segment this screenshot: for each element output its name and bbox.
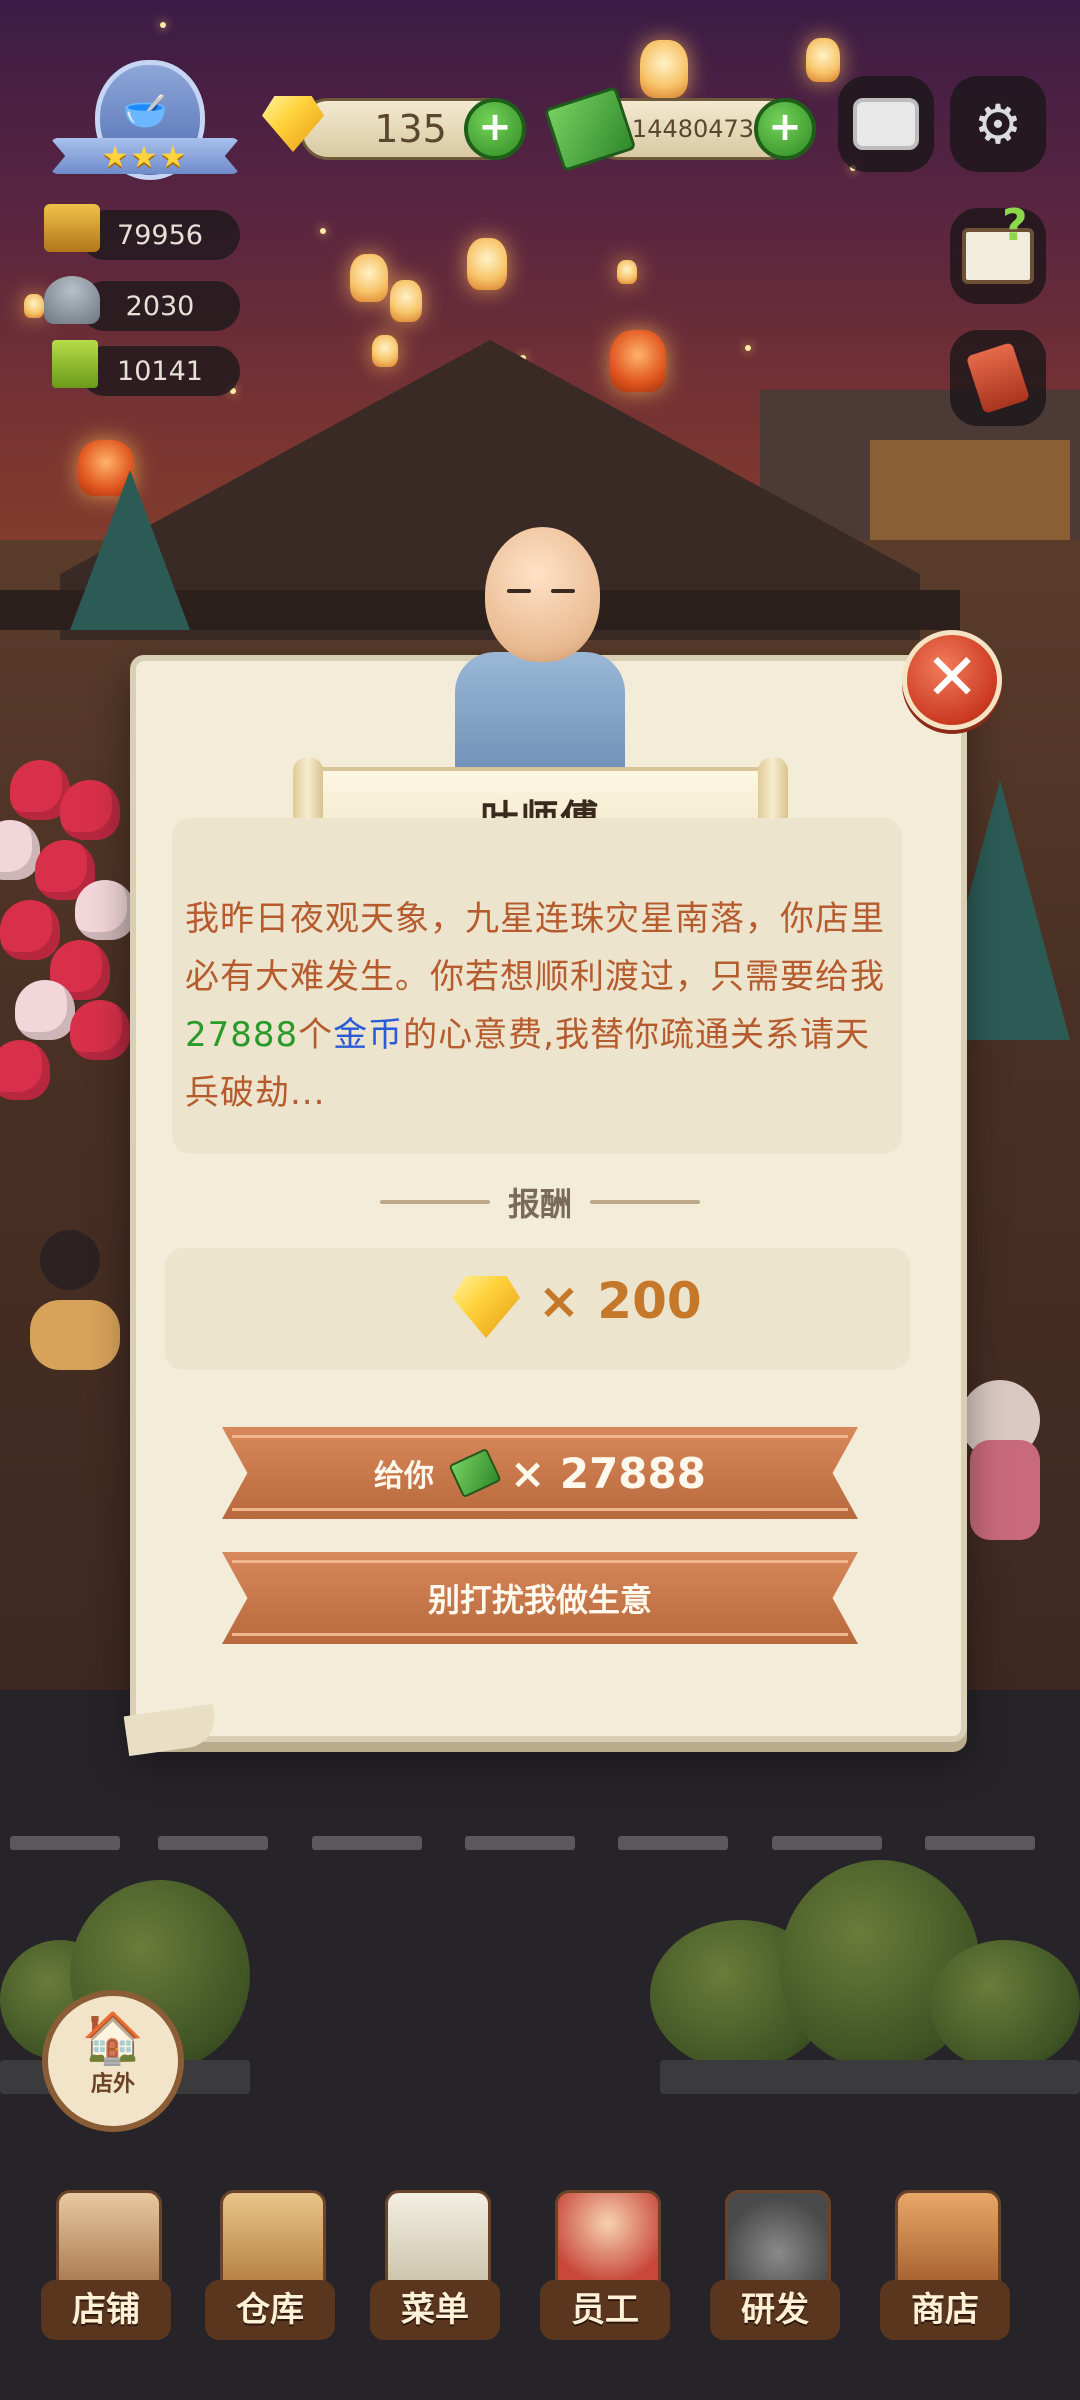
nav-label: 员工 xyxy=(540,2280,670,2340)
planter xyxy=(660,2060,1080,2094)
message-currency: 金币 xyxy=(333,1015,404,1055)
stat-pill-book: 10141 xyxy=(80,346,240,396)
ornament-divider xyxy=(379,1200,490,1204)
help-guide-button[interactable]: ? xyxy=(950,200,1046,304)
restaurant-rank-badge[interactable]: 🥣 ★★★ xyxy=(50,60,240,190)
serving-dish-icon xyxy=(44,276,100,324)
sky-lantern xyxy=(610,330,666,392)
pay-amount: × 27888 xyxy=(510,1448,706,1498)
camera-icon xyxy=(853,98,919,150)
gear-icon: ⚙ xyxy=(973,92,1023,156)
stat-value: 2030 xyxy=(125,290,195,322)
npc-portrait xyxy=(445,527,635,777)
nav-label: 菜单 xyxy=(370,2280,500,2340)
reward-title: 报酬 xyxy=(507,1185,572,1223)
nav-warehouse[interactable]: 仓库 xyxy=(200,2190,340,2350)
pine-tree xyxy=(70,470,190,630)
stat-value: 10141 xyxy=(117,355,203,387)
stat-pill-dish: 2030 xyxy=(80,281,240,331)
decline-label: 别打扰我做生意 xyxy=(427,1581,652,1619)
recipe-book-button[interactable] xyxy=(950,330,1046,426)
gem-count: 135 xyxy=(374,107,447,151)
mixing-bowl-icon: 🥣 xyxy=(122,91,168,132)
star xyxy=(160,22,166,28)
nav-label: 研发 xyxy=(710,2280,840,2340)
npc-head xyxy=(485,527,600,662)
reward-amount: × 200 xyxy=(538,1272,702,1330)
settings-button[interactable]: ⚙ xyxy=(950,76,1046,172)
heart-balloons xyxy=(0,750,140,1170)
grandma-npc-body xyxy=(970,1440,1040,1540)
outside-label: 店外 xyxy=(90,2072,135,2097)
nav-menu[interactable]: 菜单 xyxy=(365,2190,505,2350)
road-marking xyxy=(618,1836,728,1850)
sky-lantern xyxy=(806,38,840,82)
road-marking xyxy=(465,1836,575,1850)
pay-label: 给你 xyxy=(374,1459,435,1494)
road-marking xyxy=(312,1836,422,1850)
message-text: 个 xyxy=(298,1015,334,1055)
dialog-message: 我昨日夜观天象，九星连珠灾星南落，你店里必有大难发生。你若想顺利渡过，只需要给我… xyxy=(185,890,900,1122)
star xyxy=(745,345,751,351)
nav-label: 仓库 xyxy=(205,2280,335,2340)
nav-research[interactable]: 研发 xyxy=(705,2190,845,2350)
pay-button[interactable]: 给你 × 27888 xyxy=(222,1427,858,1519)
decline-button[interactable]: 别打扰我做生意 xyxy=(222,1552,858,1644)
road-marking xyxy=(10,1836,120,1850)
sky-lantern xyxy=(390,280,422,322)
house-icon: 🏠 xyxy=(81,2009,145,2067)
ornament-divider xyxy=(590,1200,700,1204)
stat-pill-counter: 79956 xyxy=(80,210,240,260)
nav-staff[interactable]: 员工 xyxy=(535,2190,675,2350)
road-marking xyxy=(158,1836,268,1850)
nav-label: 商店 xyxy=(880,2280,1010,2340)
nav-shop[interactable]: 店铺 xyxy=(36,2190,176,2350)
close-icon: ✕ xyxy=(925,641,979,715)
message-amount: 27888 xyxy=(185,1015,299,1055)
nav-store[interactable]: 商店 xyxy=(875,2190,1015,2350)
close-button[interactable]: ✕ xyxy=(902,630,1002,730)
sky-lantern xyxy=(617,260,637,284)
green-book-icon xyxy=(52,340,98,388)
sky-lantern xyxy=(467,238,507,290)
road-marking xyxy=(772,1836,882,1850)
hedge xyxy=(930,1940,1080,2070)
sky-lantern xyxy=(350,254,388,302)
camera-button[interactable] xyxy=(838,76,934,172)
nav-label: 店铺 xyxy=(41,2280,171,2340)
cash-count: 14480473 xyxy=(631,115,755,143)
add-cash-button[interactable]: + xyxy=(754,98,816,160)
sky-lantern xyxy=(640,40,688,98)
road-marking xyxy=(925,1836,1035,1850)
reward-heading: 报酬 xyxy=(330,1175,750,1229)
rating-stars: ★★★ xyxy=(101,140,189,175)
red-book-icon xyxy=(965,342,1031,414)
customer-table xyxy=(30,1300,120,1370)
star xyxy=(320,228,326,234)
sky-lantern xyxy=(372,335,398,367)
add-gems-button[interactable]: + xyxy=(464,98,526,160)
help-book-icon: ? xyxy=(962,200,1034,284)
customer-npc[interactable] xyxy=(40,1230,100,1290)
bar-counter-icon xyxy=(44,204,100,252)
cash-icon xyxy=(448,1447,502,1499)
sky-lantern xyxy=(24,294,44,318)
outside-view-button[interactable]: 🏠 店外 xyxy=(42,1990,184,2132)
stat-value: 79956 xyxy=(117,219,203,251)
message-text: 我昨日夜观天象，九星连珠灾星南落，你店里必有大难发生。你若想顺利渡过，只需要给我 xyxy=(185,899,885,997)
